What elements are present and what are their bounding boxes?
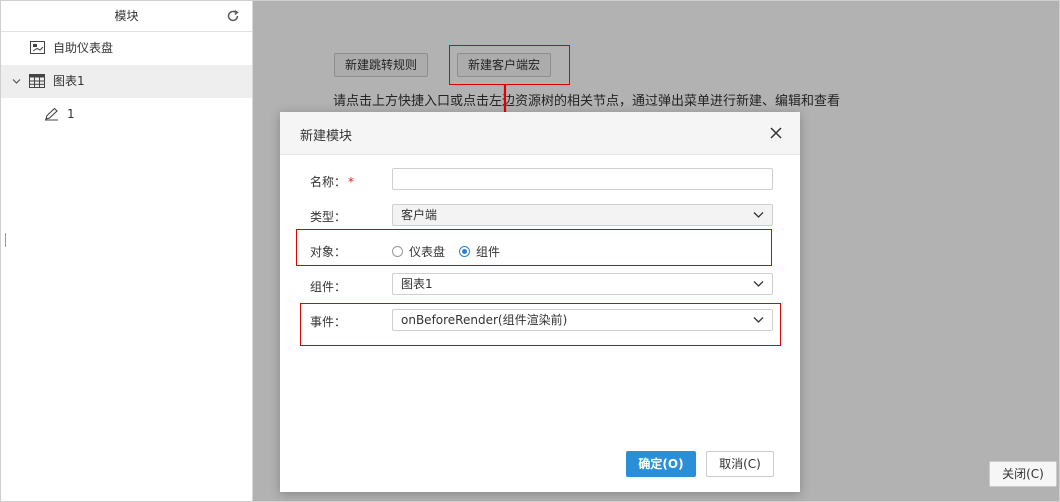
dashboard-icon [30,41,45,54]
left-panel: 模块 自助仪表盘 图表1 1 [1,1,253,501]
ok-button[interactable]: 确定(O) [626,451,696,477]
annotation-box-event [300,303,781,346]
table-icon [29,74,45,88]
splitter-grip[interactable] [5,233,6,247]
type-select-value: 客户端 [401,208,438,222]
panel-title: 模块 [114,9,139,23]
tree-item-dashboard[interactable]: 自助仪表盘 [1,32,252,65]
tree-item-macro[interactable]: 1 [1,98,252,131]
tree-item-label: 1 [67,107,75,121]
dialog-title: 新建模块 [300,129,353,144]
chevron-down-icon [753,281,764,287]
name-label: 名称： * [310,175,355,189]
tree-item-chart[interactable]: 图表1 [1,65,252,98]
type-label: 类型： [310,210,347,224]
close-button[interactable]: 关闭(C) [989,461,1057,487]
type-select[interactable]: 客户端 [392,204,773,226]
refresh-icon[interactable] [226,9,240,23]
annotation-box-object [296,229,772,266]
app-frame: 模块 自助仪表盘 图表1 1 新建跳转规则 新建客户端宏 请点击上方快捷入口或点… [0,0,1060,502]
tree-item-label: 自助仪表盘 [53,41,114,55]
panel-header: 模块 [1,1,252,32]
new-module-dialog: 新建模块 名称： * 类型： 客户端 对象： 仪表盘 组件 组件： 图表1 事件… [280,112,800,492]
annotation-box-macro-button [449,45,570,85]
tree-item-label: 图表1 [53,74,85,88]
component-label: 组件： [310,280,347,294]
dialog-header: 新建模块 [280,112,800,155]
component-select-value: 图表1 [401,277,433,291]
required-marker: * [348,175,355,189]
pen-icon [45,107,58,121]
component-select[interactable]: 图表1 [392,273,773,295]
close-icon[interactable] [770,127,782,139]
chevron-down-icon[interactable] [12,77,21,86]
name-input[interactable] [392,168,773,190]
cancel-button[interactable]: 取消(C) [706,451,774,477]
chevron-down-icon [753,212,764,218]
